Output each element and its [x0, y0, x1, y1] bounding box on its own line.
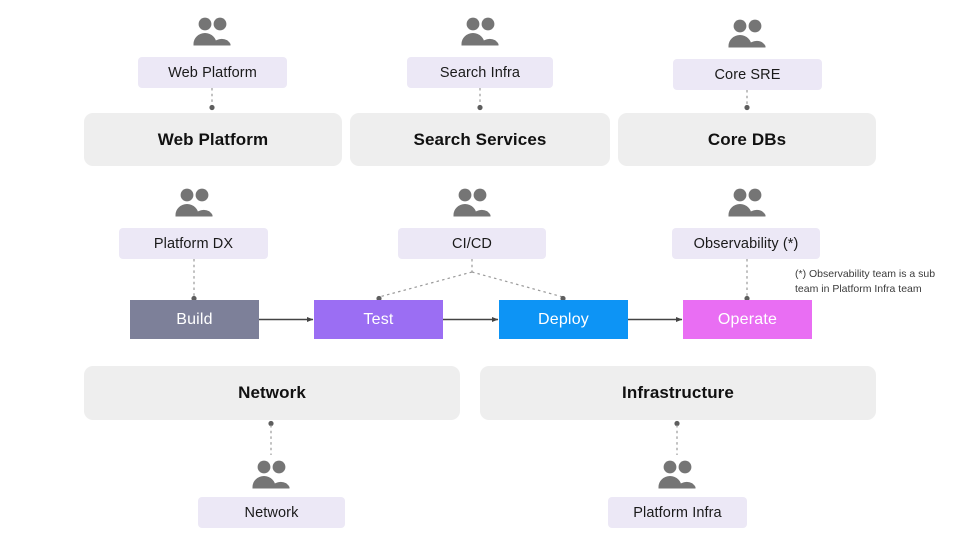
stage-box-build[interactable]: Build [130, 300, 259, 339]
stage-box-operate[interactable]: Operate [683, 300, 812, 339]
team-tag-cicd[interactable]: CI/CD [398, 228, 546, 259]
domain-box-search-services[interactable]: Search Services [350, 113, 610, 166]
connector-dot-search-infra [477, 104, 483, 111]
stage-box-deploy[interactable]: Deploy [499, 300, 628, 339]
people-icon [193, 17, 231, 46]
people-icon [728, 19, 766, 48]
connector-dot-network [268, 420, 274, 427]
connector-dot-platform-infra [674, 420, 680, 427]
diagram-canvas: Web Platform Search Infra Core SRE Web P… [0, 0, 960, 547]
team-tag-observability[interactable]: Observability (*) [672, 228, 820, 259]
stage-box-test[interactable]: Test [314, 300, 443, 339]
team-tag-web-platform[interactable]: Web Platform [138, 57, 287, 88]
domain-box-network[interactable]: Network [84, 366, 460, 420]
connector-dot-core-sre [744, 104, 750, 111]
people-icon [728, 188, 766, 217]
domain-box-infrastructure[interactable]: Infrastructure [480, 366, 876, 420]
people-icon [252, 460, 290, 489]
team-tag-platform-dx[interactable]: Platform DX [119, 228, 268, 259]
connector-cicd-branch [378, 259, 564, 298]
observability-footnote: (*) Observability team is a sub team in … [795, 268, 936, 295]
team-tag-platform-infra[interactable]: Platform Infra [608, 497, 747, 528]
team-tag-core-sre[interactable]: Core SRE [673, 59, 822, 90]
people-icon [453, 188, 491, 217]
people-icon [658, 460, 696, 489]
domain-box-core-dbs[interactable]: Core DBs [618, 113, 876, 166]
domain-box-web-platform[interactable]: Web Platform [84, 113, 342, 166]
people-icon [461, 17, 499, 46]
team-tag-network[interactable]: Network [198, 497, 345, 528]
people-icon [175, 188, 213, 217]
connector-dot-web-platform [209, 104, 215, 111]
team-tag-search-infra[interactable]: Search Infra [407, 57, 553, 88]
